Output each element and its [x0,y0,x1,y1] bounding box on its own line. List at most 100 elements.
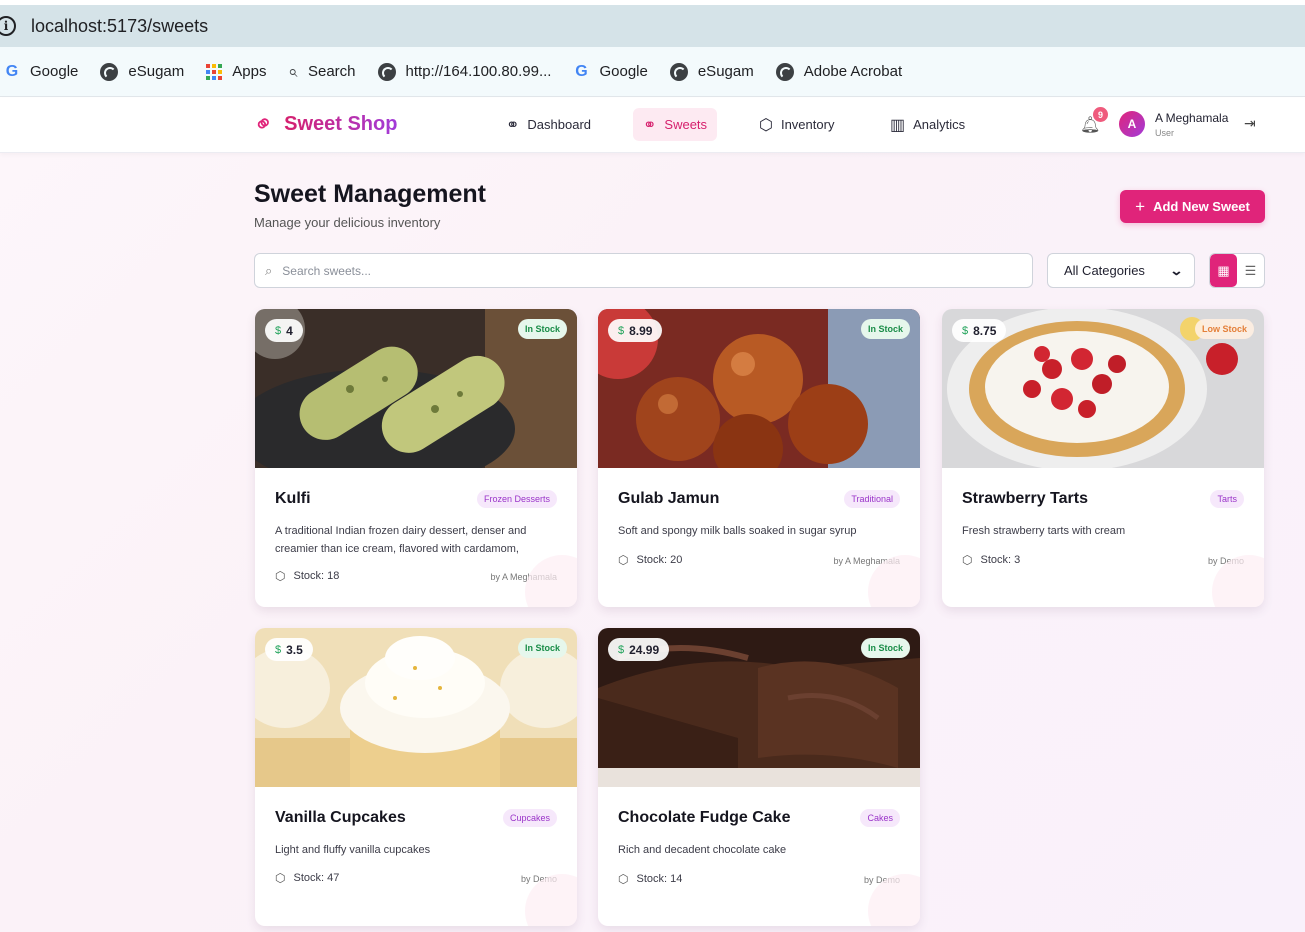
search-icon: ⌕ [265,262,273,278]
sweet-name: Chocolate Fudge Cake [618,809,791,826]
category-select-value: All Categories [1064,263,1145,278]
notification-count-badge: 9 [1093,107,1108,122]
dollar-icon: $ [618,324,625,337]
stock-label: Stock: 47 [293,872,340,884]
globe-icon [669,62,688,81]
sweet-name: Vanilla Cupcakes [275,809,406,826]
search-icon: ⌕ [288,61,298,81]
category-badge: Traditional [844,490,900,508]
box-icon: ⬡ [275,871,286,885]
dollar-icon: $ [275,643,282,656]
search-box: ⌕ [254,253,1033,288]
stock-status-badge: In Stock [860,638,910,658]
price-value: 24.99 [629,642,660,657]
category-badge: Cakes [860,809,900,827]
bookmark-esugam-2[interactable]: eSugam [669,62,754,81]
box-icon: ⬡ [618,553,629,567]
top-navigation: ⚭ Sweet Shop ⚭ Dashboard ⚭ Sweets ⬡ Inve… [0,98,1305,153]
stock-status-badge: In Stock [517,319,567,339]
price-badge: $4 [265,319,303,342]
page-title: Sweet Management [254,180,487,208]
price-value: 8.99 [629,323,653,338]
apps-grid-icon [206,63,223,80]
sweet-card-chocolate-fudge-cake[interactable]: $24.99 In Stock Chocolate Fudge Cake Cak… [598,628,920,926]
sweet-description: Light and fluffy vanilla cupcakes [275,844,431,856]
page-subtitle: Manage your delicious inventory [254,215,441,230]
nav-dashboard[interactable]: ⚭ Dashboard [496,108,601,141]
candy-icon: ⚭ [248,107,281,142]
price-badge: $3.5 [265,638,313,661]
bookmark-ip-link[interactable]: http://164.100.80.99... [377,62,552,81]
decorative-circle [525,555,577,607]
logout-icon[interactable]: ⇥ [1244,115,1256,132]
price-value: 8.75 [973,323,997,338]
globe-icon [377,62,396,81]
bar-chart-icon: ▥ [890,116,906,134]
bookmark-label: Google [30,63,79,80]
bookmark-apps[interactable]: Apps [206,63,266,80]
nav-label: Dashboard [527,117,592,132]
url-text[interactable]: localhost:5173/sweets [31,16,208,37]
bookmark-esugam[interactable]: eSugam [100,62,185,81]
stock-count: ⬡ Stock: 47 [275,871,339,885]
candy-icon: ⚭ [643,116,657,134]
chevron-down-icon: ⌄ [1169,262,1184,278]
price-badge: $24.99 [608,638,670,661]
sweet-description: A traditional Indian frozen dairy desser… [275,525,527,555]
candy-icon: ⚭ [506,116,520,134]
bookmark-google-2[interactable]: G Google [573,63,648,81]
bookmark-label: eSugam [128,63,185,80]
add-button-label: Add New Sweet [1153,199,1250,214]
sweet-card-vanilla-cupcakes[interactable]: $3.5 In Stock Vanilla Cupcakes Cupcakes … [255,628,577,926]
grid-view-icon[interactable]: ▦ [1210,254,1237,287]
bookmarks-bar: G Google eSugam Apps ⌕ Search http://164… [0,47,1305,97]
stock-status-badge: Low Stock [1194,319,1254,339]
box-icon: ⬡ [275,569,286,583]
bookmark-search[interactable]: ⌕ Search [288,62,355,82]
app-root: ⚭ Sweet Shop ⚭ Dashboard ⚭ Sweets ⬡ Inve… [0,98,1305,932]
stock-status-badge: In Stock [517,638,567,658]
category-select[interactable]: All Categories ⌄ [1047,253,1195,288]
bookmark-label: Google [599,63,648,80]
plus-icon: + [1135,196,1146,216]
price-badge: $8.99 [608,319,663,342]
bookmark-label: Adobe Acrobat [803,63,903,80]
box-icon: ⬡ [962,553,973,567]
sweet-description: Rich and decadent chocolate cake [618,844,787,856]
bookmark-label: Apps [232,63,267,80]
list-view-icon[interactable]: ☰ [1237,254,1264,287]
search-input[interactable] [282,263,983,278]
dollar-icon: $ [618,643,625,656]
add-new-sweet-button[interactable]: + Add New Sweet [1120,190,1265,223]
site-info-icon[interactable]: i [0,16,16,36]
browser-address-bar[interactable]: i localhost:5173/sweets [0,5,1305,47]
globe-icon [100,62,119,81]
bookmark-label: http://164.100.80.99... [405,63,552,80]
brand-logo[interactable]: ⚭ Sweet Shop [248,108,397,142]
stock-label: Stock: 3 [980,554,1021,566]
sweet-card-strawberry-tarts[interactable]: $8.75 Low Stock Strawberry Tarts Tarts F… [942,309,1264,607]
sweet-name: Kulfi [275,490,311,507]
box-icon: ⬡ [618,872,629,886]
category-badge: Tarts [1210,490,1244,508]
dollar-icon: $ [275,324,282,337]
bookmark-label: eSugam [697,63,754,80]
price-value: 4 [286,323,293,338]
stock-count: ⬡ Stock: 18 [275,569,339,583]
nav-inventory[interactable]: ⬡ Inventory [749,108,844,141]
nav-label: Inventory [780,117,835,132]
nav-analytics[interactable]: ▥ Analytics [880,108,975,141]
nav-sweets[interactable]: ⚭ Sweets [633,108,718,141]
bookmark-google[interactable]: G Google [4,63,79,81]
avatar[interactable]: A [1119,111,1145,137]
stock-count: ⬡ Stock: 14 [618,872,682,886]
sweet-description: Soft and spongy milk balls soaked in sug… [618,525,857,537]
sweet-description: Fresh strawberry tarts with cream [962,525,1126,537]
sweet-card-gulab-jamun[interactable]: $8.99 In Stock Gulab Jamun Traditional S… [598,309,920,607]
price-value: 3.5 [286,642,303,657]
bookmark-adobe-acrobat[interactable]: Adobe Acrobat [775,62,903,81]
category-badge: Cupcakes [502,809,557,827]
price-badge: $8.75 [952,319,1007,342]
sweet-card-kulfi[interactable]: $4 In Stock Kulfi Frozen Desserts A trad… [255,309,577,607]
stock-label: Stock: 14 [636,873,683,885]
